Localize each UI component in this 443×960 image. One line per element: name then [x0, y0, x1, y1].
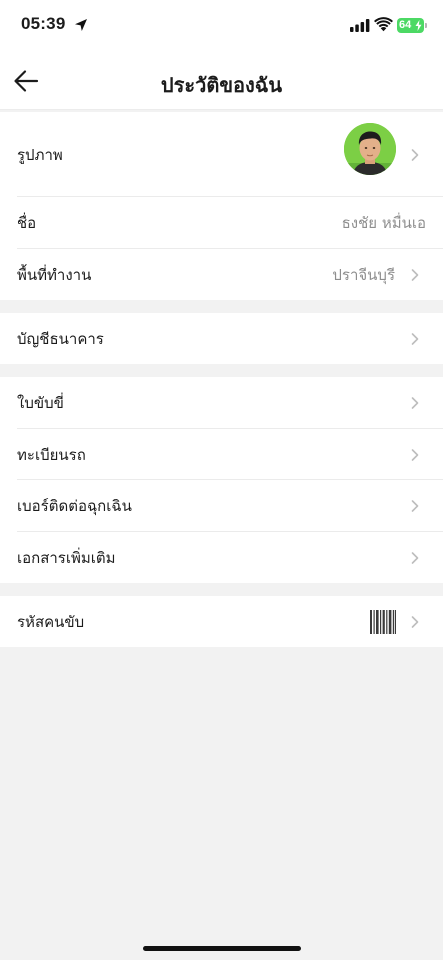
avatar[interactable]: [344, 123, 396, 175]
driver-license-row[interactable]: ใบขับขี่: [0, 377, 443, 429]
nav-header: ประวัติของฉัน: [0, 52, 443, 110]
photo-label: รูปภาพ: [17, 145, 63, 164]
profile-section: รูปภาพ ชื่อ ธงชัย หมื่นเอ พื้นที่ทำงาน ป…: [0, 112, 443, 300]
battery-cap: [425, 23, 427, 28]
workplace-value: ปราจีนบุรี: [332, 265, 395, 284]
barcode-icon: [370, 609, 396, 634]
location-arrow-icon: [75, 19, 87, 31]
name-label: ชื่อ: [17, 214, 37, 232]
additional-documents-row[interactable]: เอกสารเพิ่มเติม: [0, 532, 443, 583]
chevron-right-icon: [411, 615, 419, 628]
charging-bolt-icon: [415, 20, 422, 31]
wifi-icon: [374, 17, 393, 32]
chevron-right-icon: [411, 551, 419, 564]
chevron-right-icon: [411, 148, 419, 161]
workplace-row[interactable]: พื้นที่ทำงาน ปราจีนบุรี: [0, 249, 443, 300]
battery-level: 64: [399, 19, 412, 31]
name-value: ธงชัย หมื่นเอ: [341, 214, 426, 232]
battery-indicator: 64: [397, 18, 424, 33]
chevron-right-icon: [411, 500, 419, 512]
driver-code-section: รหัสคนขับ: [0, 596, 443, 647]
emergency-contact-row[interactable]: เบอร์ติดต่อฉุกเฉิน: [0, 480, 443, 532]
name-row: ชื่อ ธงชัย หมื่นเอ: [0, 197, 443, 249]
chevron-right-icon: [411, 332, 419, 345]
driver-license-label: ใบขับขี่: [17, 394, 64, 412]
cellular-signal-icon: [350, 19, 370, 32]
status-bar: 05:39 64: [0, 0, 443, 52]
chevron-right-icon: [411, 448, 419, 461]
vehicle-registration-row[interactable]: ทะเบียนรถ: [0, 429, 443, 480]
avatar-image: [344, 123, 396, 175]
home-indicator[interactable]: [143, 946, 301, 951]
driver-code-row[interactable]: รหัสคนขับ: [0, 596, 443, 647]
chevron-right-icon: [411, 268, 419, 281]
vehicle-registration-label: ทะเบียนรถ: [17, 445, 86, 464]
bank-account-label: บัญชีธนาคาร: [17, 329, 104, 348]
status-time: 05:39: [21, 14, 66, 33]
chevron-right-icon: [411, 397, 419, 409]
page-title: ประวัติของฉัน: [160, 73, 283, 97]
workplace-label: พื้นที่ทำงาน: [17, 265, 92, 284]
additional-documents-label: เอกสารเพิ่มเติม: [17, 548, 116, 567]
driver-code-label: รหัสคนขับ: [17, 612, 85, 631]
photo-row[interactable]: รูปภาพ: [0, 112, 443, 197]
documents-section: ใบขับขี่ ทะเบียนรถ เบอร์ติดต่อฉุกเฉิน เอ…: [0, 377, 443, 583]
emergency-contact-label: เบอร์ติดต่อฉุกเฉิน: [17, 497, 132, 515]
bank-section: บัญชีธนาคาร: [0, 313, 443, 364]
bank-account-row[interactable]: บัญชีธนาคาร: [0, 313, 443, 364]
